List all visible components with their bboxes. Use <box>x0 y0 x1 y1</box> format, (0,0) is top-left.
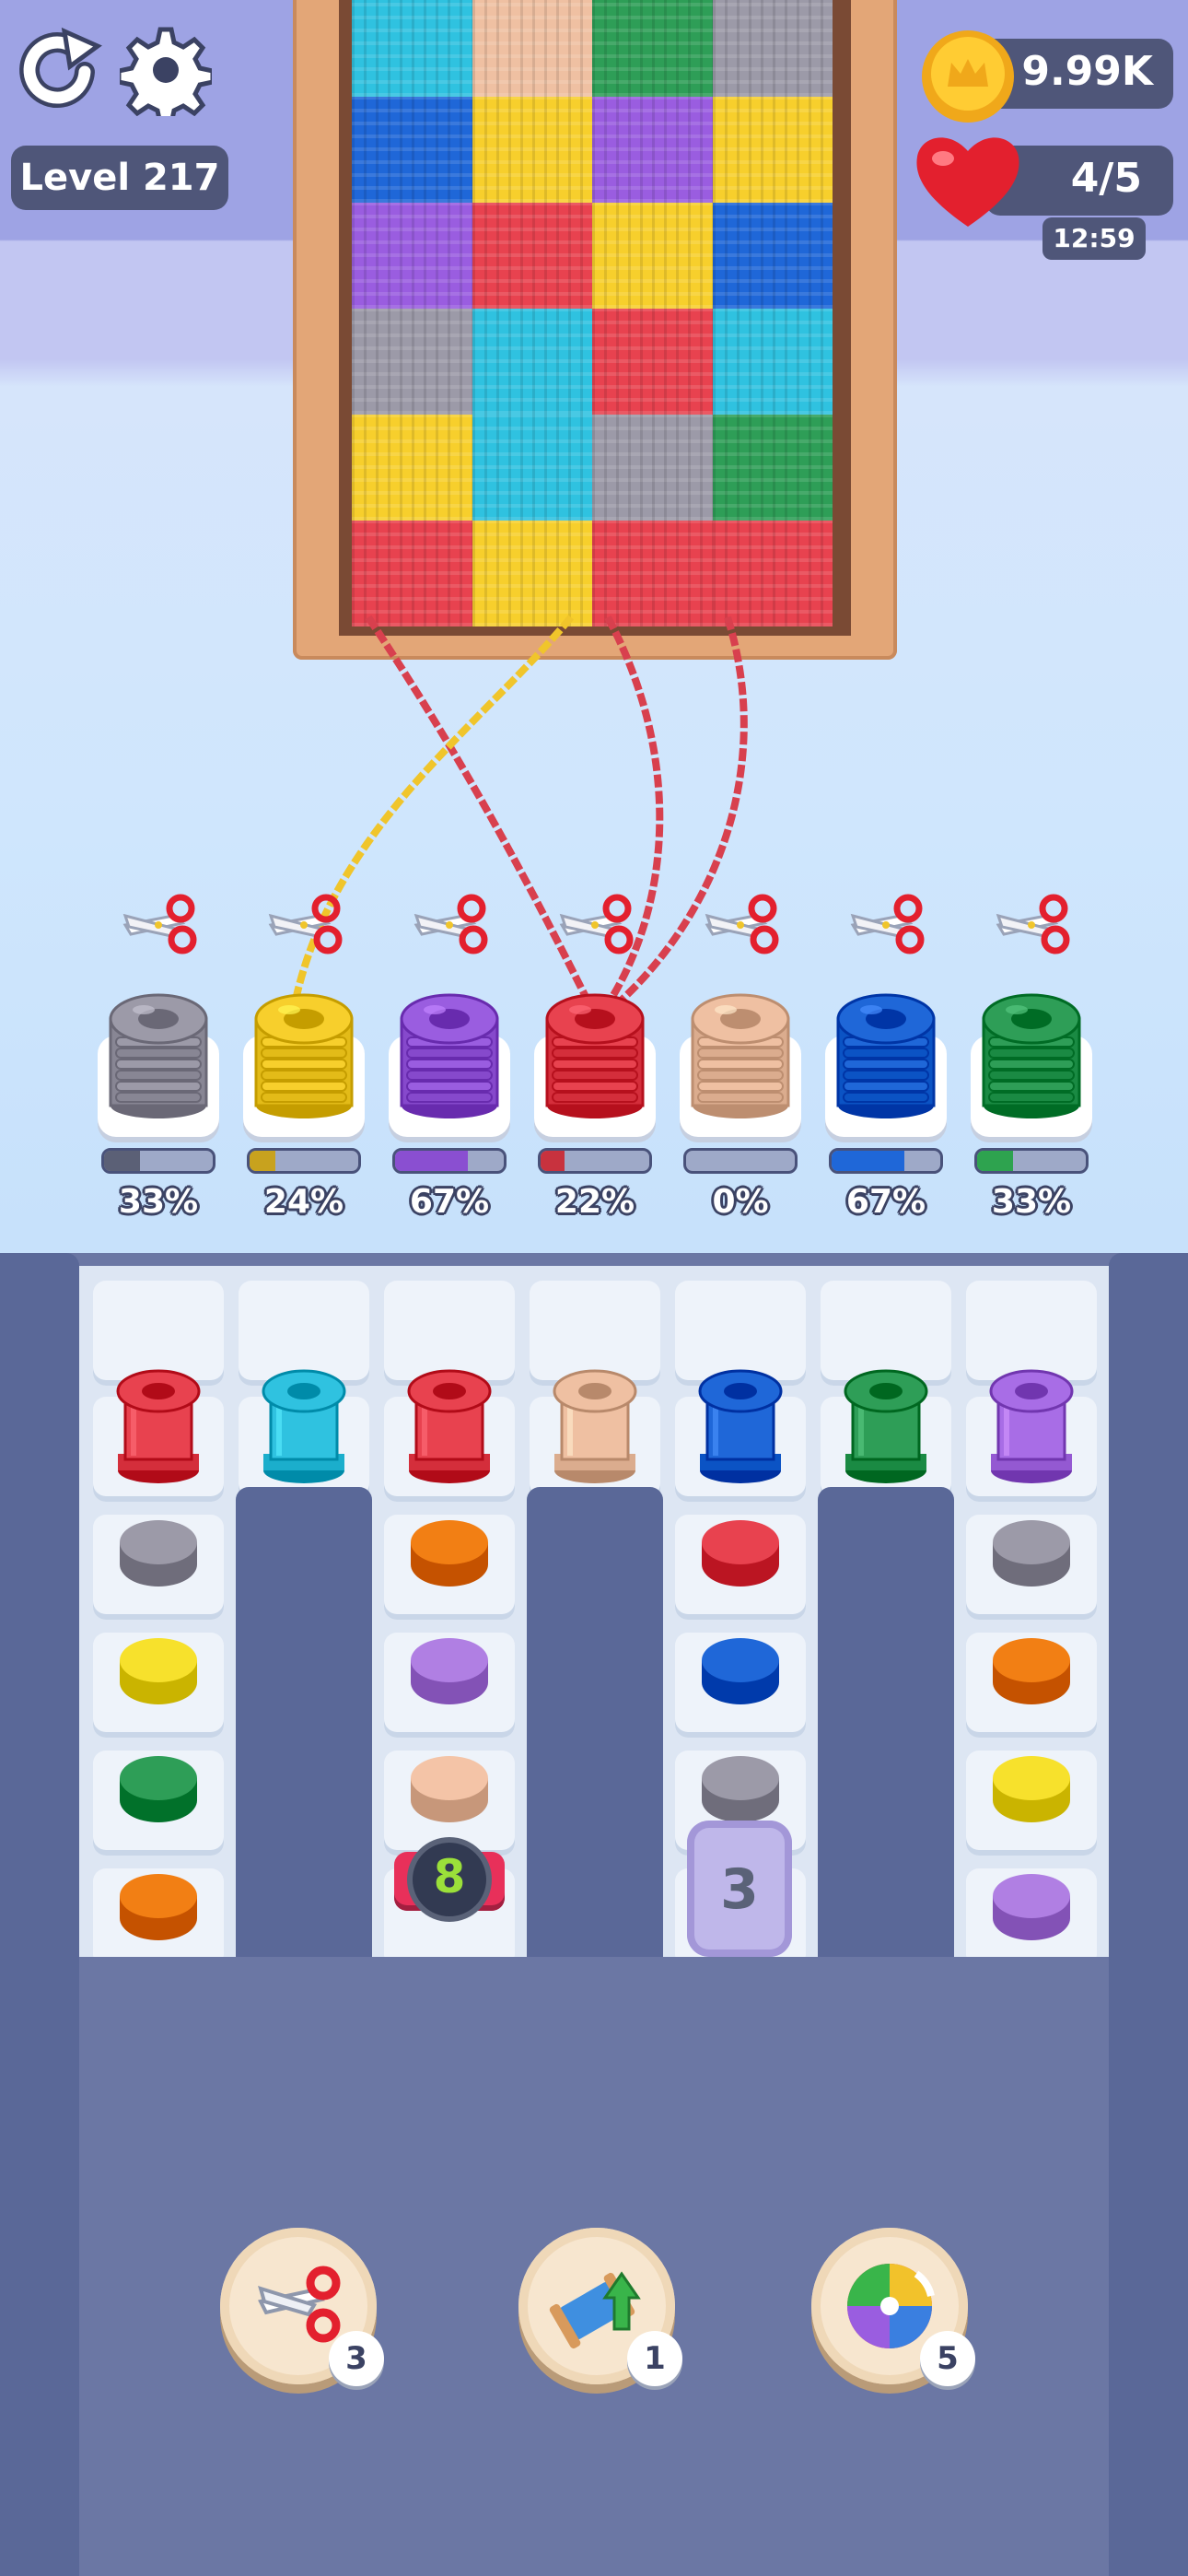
scissors-icon[interactable] <box>700 888 781 962</box>
booster-count: 5 <box>920 2331 975 2386</box>
grid-spool[interactable] <box>403 1358 495 1487</box>
settings-button[interactable] <box>116 24 215 126</box>
spool-progress-fill <box>832 1151 905 1171</box>
grid-floor <box>79 1957 1109 1975</box>
booster-spool-upgrade[interactable]: 1 <box>518 2228 682 2386</box>
color-disc[interactable] <box>991 1511 1072 1592</box>
level-badge: Level 217 <box>11 146 228 210</box>
color-disc[interactable] <box>118 1747 199 1828</box>
spool-progress-label: 33% <box>991 1183 1072 1221</box>
right-wall <box>1109 1253 1188 2576</box>
settings-icon <box>116 27 215 126</box>
life-timer: 12:59 <box>1053 223 1136 253</box>
scissors-icon[interactable] <box>263 888 344 962</box>
color-disc[interactable] <box>118 1511 199 1592</box>
booster-scissors[interactable]: 3 <box>220 2228 384 2386</box>
scissors-icon[interactable] <box>554 888 635 962</box>
coin-icon <box>922 30 1014 123</box>
grid-spool[interactable] <box>549 1358 641 1487</box>
thread-spool[interactable] <box>543 982 646 1120</box>
hidden-spool[interactable]: 3 <box>687 1821 792 1957</box>
spool-progress-fill <box>541 1151 565 1171</box>
thread-spool[interactable] <box>398 982 501 1120</box>
spool-progress-label: 24% <box>263 1183 344 1221</box>
spool-progress-fill <box>395 1151 469 1171</box>
spool-progress-label: 67% <box>845 1183 926 1221</box>
scissors-icon[interactable] <box>991 888 1072 962</box>
color-disc[interactable] <box>409 1511 490 1592</box>
heart-icon <box>916 137 1019 227</box>
grid-pillar-6 <box>818 1487 954 1966</box>
level-label: Level 217 <box>19 157 220 199</box>
restart-button[interactable] <box>13 24 105 116</box>
spool-progress-bar <box>683 1148 798 1174</box>
color-disc[interactable] <box>991 1865 1072 1946</box>
grid-spool[interactable] <box>694 1358 786 1487</box>
grid-spool[interactable] <box>258 1358 350 1487</box>
grid-spool[interactable] <box>985 1358 1077 1487</box>
scissors-icon[interactable] <box>118 888 199 962</box>
color-disc[interactable] <box>700 1511 781 1592</box>
grid-pillar-4 <box>527 1487 663 1966</box>
color-disc[interactable] <box>409 1747 490 1828</box>
scissors-icon[interactable] <box>409 888 490 962</box>
booster-count: 3 <box>329 2331 384 2386</box>
locked-count: 8 <box>433 1850 466 1903</box>
booster-color-wheel[interactable]: 5 <box>811 2228 975 2386</box>
color-disc[interactable] <box>700 1747 781 1828</box>
booster-count: 1 <box>627 2331 682 2386</box>
locked-spool[interactable]: 8 <box>389 1843 510 1926</box>
spool-progress-bar <box>392 1148 507 1174</box>
thread-spool[interactable] <box>252 982 355 1120</box>
spool-progress-label: 0% <box>712 1183 769 1221</box>
thread-spool[interactable] <box>834 982 938 1120</box>
grid-pillar-2 <box>236 1487 372 1966</box>
left-wall <box>0 1253 79 2576</box>
grid-spool[interactable] <box>112 1358 204 1487</box>
spool-progress-label: 67% <box>409 1183 490 1221</box>
color-disc[interactable] <box>409 1629 490 1710</box>
color-disc[interactable] <box>700 1629 781 1710</box>
color-disc[interactable] <box>991 1629 1072 1710</box>
spool-progress-fill <box>104 1151 140 1171</box>
spool-progress-bar <box>247 1148 361 1174</box>
game-screen: Level 217 9.99K 4/5 12:59 33% 24% 67% 22… <box>0 0 1188 2576</box>
spool-progress-bar <box>538 1148 652 1174</box>
scissors-icon[interactable] <box>845 888 926 962</box>
spool-progress-fill <box>977 1151 1013 1171</box>
spool-progress-fill <box>250 1151 276 1171</box>
spool-progress-bar <box>974 1148 1089 1174</box>
color-disc[interactable] <box>991 1747 1072 1828</box>
spool-progress-bar <box>101 1148 215 1174</box>
spool-progress-bar <box>829 1148 943 1174</box>
coin-count: 9.99K <box>1021 48 1153 95</box>
life-timer-badge: 12:59 <box>1042 217 1146 260</box>
color-disc[interactable] <box>118 1629 199 1710</box>
thread-spool[interactable] <box>980 982 1083 1120</box>
grid-spool[interactable] <box>840 1358 932 1487</box>
spool-progress-label: 22% <box>554 1183 635 1221</box>
thread-spool[interactable] <box>689 982 792 1120</box>
thread-spool[interactable] <box>107 982 210 1120</box>
lives-count: 4/5 <box>1070 155 1142 202</box>
spool-progress-label: 33% <box>118 1183 199 1221</box>
restart-icon <box>19 27 102 109</box>
hidden-count: 3 <box>720 1857 759 1922</box>
color-disc[interactable] <box>118 1865 199 1946</box>
